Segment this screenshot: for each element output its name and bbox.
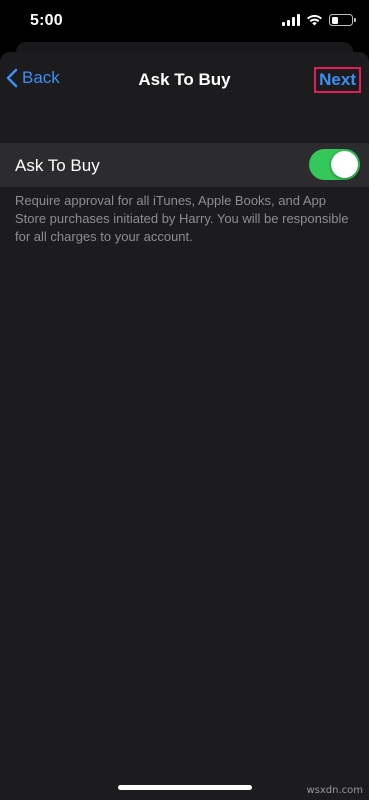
ask-to-buy-row: Ask To Buy — [0, 143, 369, 187]
ask-to-buy-description: Require approval for all iTunes, Apple B… — [15, 193, 349, 244]
battery-level — [331, 16, 338, 24]
ask-to-buy-label: Ask To Buy — [15, 156, 100, 175]
navigation-bar: Back Ask To Buy Next — [0, 52, 369, 108]
screen: 5:00 Back Ask To Buy Next Ask To Buy Req… — [0, 0, 369, 800]
ask-to-buy-toggle[interactable] — [309, 149, 360, 180]
status-icons — [282, 14, 356, 26]
status-time: 5:00 — [30, 12, 63, 29]
battery-icon — [329, 14, 356, 26]
wifi-icon — [307, 14, 322, 26]
next-button[interactable]: Next — [314, 67, 361, 93]
home-indicator[interactable] — [118, 785, 252, 790]
toggle-knob — [331, 151, 358, 178]
cellular-signal-icon — [282, 14, 300, 26]
watermark: wsxdn.com — [306, 785, 363, 796]
ask-to-buy-sheet: Back Ask To Buy Next Ask To Buy Require … — [0, 52, 369, 800]
status-bar: 5:00 — [0, 0, 369, 44]
